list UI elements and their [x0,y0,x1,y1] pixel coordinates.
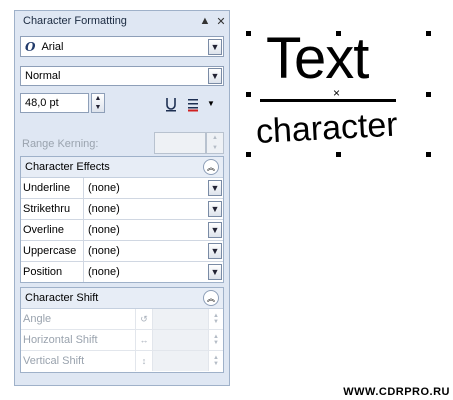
dropdown-arrow-icon[interactable]: ▼ [207,99,215,108]
chevron-down-icon[interactable]: ▼ [208,201,222,217]
close-icon[interactable]: ✕ [213,15,229,28]
chevron-down-icon[interactable]: ▼ [208,243,222,259]
panel-content: O Arial ▼ Normal ▼ 48,0 pt ▲ ▼ ▼ Range K… [20,33,224,380]
horizontal-shift-icon: ↔ [136,330,153,350]
center-cross-icon: × [333,86,341,100]
font-name-value: Arial [41,40,64,53]
effect-name: Strikethru [21,199,84,219]
opentype-font-icon: O [25,39,36,54]
vertical-shift-stepper: ▲ ▼ [213,355,219,367]
text-lines-button[interactable] [186,96,204,112]
selection-handle-tr[interactable] [426,31,431,36]
effect-row-position: Position (none) ▼ [21,262,223,282]
effect-value: (none) [88,266,120,278]
shift-name: Angle [21,309,136,329]
range-kerning-stepper: ▲ ▼ [206,132,224,154]
effect-name: Uppercase [21,241,84,261]
panel-titlebar: Character Formatting ▲ ✕ [15,11,229,31]
underline-button[interactable] [163,96,179,112]
effect-name: Overline [21,220,84,240]
range-kerning-label: Range Kerning: [22,138,99,150]
effect-row-strikethru: Strikethru (none) ▼ [21,199,223,220]
shift-row-horizontal: Horizontal Shift ↔ ▲ ▼ [21,330,223,351]
watermark: WWW.CDRPRO.RU [343,386,450,398]
stepper-up-icon[interactable]: ▲ [92,94,104,103]
effect-value: (none) [88,203,120,215]
character-effects-section: Character Effects ︽ Underline (none) ▼ S… [20,156,224,283]
angle-field [153,309,209,329]
selection-handle-tc[interactable] [336,31,341,36]
chevron-down-icon[interactable]: ▼ [208,222,222,238]
chevron-down-icon[interactable]: ▼ [208,264,222,280]
font-size-stepper[interactable]: ▲ ▼ [91,93,105,113]
effect-row-uppercase: Uppercase (none) ▼ [21,241,223,262]
font-name-select[interactable]: O Arial ▼ [20,36,224,57]
effect-name: Position [21,262,84,282]
effect-select[interactable]: (none) ▼ [84,199,223,219]
effect-row-underline: Underline (none) ▼ [21,178,223,199]
canvas-text-line2[interactable]: character [255,105,399,152]
angle-stepper: ▲ ▼ [213,313,219,325]
collapse-up-icon[interactable]: ▲ [197,15,213,27]
font-style-select[interactable]: Normal ▼ [20,66,224,86]
character-shift-title: Character Shift [25,292,99,304]
effect-select[interactable]: (none) ▼ [84,262,223,282]
effect-value: (none) [88,245,120,257]
character-shift-header[interactable]: Character Shift ︽ [21,288,223,309]
chevron-down-icon[interactable]: ▼ [208,68,222,84]
effect-select[interactable]: (none) ▼ [84,241,223,261]
stepper-down-icon[interactable]: ▼ [92,103,104,112]
horizontal-shift-stepper: ▲ ▼ [213,334,219,346]
effect-value: (none) [88,182,120,194]
chevron-down-icon[interactable]: ▼ [208,180,222,196]
text-underline [260,99,396,102]
selection-handle-tl[interactable] [246,31,251,36]
horizontal-shift-field [153,330,209,350]
canvas-text-line1[interactable]: Text [266,26,369,92]
effect-select[interactable]: (none) ▼ [84,178,223,198]
vertical-shift-icon: ↕ [136,351,153,371]
effect-value: (none) [88,224,120,236]
character-effects-header[interactable]: Character Effects ︽ [21,157,223,178]
shift-name: Horizontal Shift [21,330,136,350]
effect-row-overline: Overline (none) ▼ [21,220,223,241]
panel-title: Character Formatting [23,15,127,27]
vertical-shift-field [153,351,209,371]
collapse-section-icon[interactable]: ︽ [203,290,219,306]
selection-handle-ml[interactable] [246,92,251,97]
selection-handle-bl[interactable] [246,152,251,157]
effect-select[interactable]: (none) ▼ [84,220,223,240]
selection-handle-bc[interactable] [336,152,341,157]
font-style-value: Normal [25,70,61,82]
selection-handle-mr[interactable] [426,92,431,97]
chevron-down-icon[interactable]: ▼ [208,38,222,55]
font-size-value: 48,0 pt [25,97,59,109]
drawing-canvas: Text × character [236,20,446,170]
shift-row-vertical: Vertical Shift ↕ ▲ ▼ [21,351,223,371]
selection-handle-br[interactable] [426,152,431,157]
character-shift-section: Character Shift ︽ Angle ↺ ▲ ▼ Horizontal … [20,287,224,373]
collapse-section-icon[interactable]: ︽ [203,159,219,175]
character-formatting-panel: Character Formatting ▲ ✕ O Arial ▼ Norma… [14,10,230,386]
character-effects-title: Character Effects [25,161,110,173]
shift-name: Vertical Shift [21,351,136,371]
rotate-icon: ↺ [136,309,153,329]
font-size-field[interactable]: 48,0 pt [20,93,89,113]
effect-name: Underline [21,178,84,198]
shift-row-angle: Angle ↺ ▲ ▼ [21,309,223,330]
range-kerning-field [154,132,206,154]
